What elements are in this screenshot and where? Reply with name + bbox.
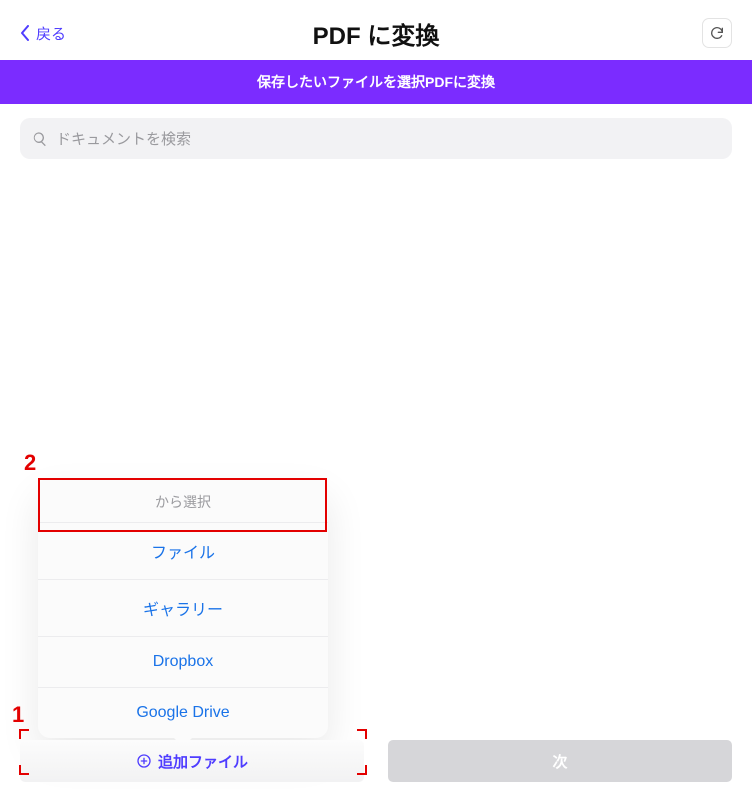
annotation-corner [357, 765, 367, 775]
chevron-left-icon [20, 25, 30, 41]
bottom-bar: 追加ファイル 次 [0, 730, 752, 800]
annotation-corner [19, 729, 29, 739]
header-bar: 戻る PDF に変換 [0, 0, 752, 60]
annotation-number-2: 2 [24, 450, 36, 476]
back-label: 戻る [36, 23, 66, 44]
next-button[interactable]: 次 [388, 740, 732, 782]
annotation-corner [19, 765, 29, 775]
add-file-label: 追加ファイル [158, 751, 248, 772]
popup-item-gallery[interactable]: ギャラリー [38, 579, 328, 636]
refresh-icon [709, 25, 725, 41]
popup-heading: から選択 [38, 478, 328, 522]
refresh-button[interactable] [702, 18, 732, 48]
annotation-corner [357, 729, 367, 739]
search-placeholder: ドキュメントを検索 [56, 128, 191, 149]
page-title: PDF に変換 [313, 16, 440, 51]
next-label: 次 [552, 751, 567, 772]
popup-item-files[interactable]: ファイル [38, 522, 328, 579]
plus-circle-icon [136, 753, 152, 769]
instruction-banner: 保存したいファイルを選択PDFに変換 [0, 60, 752, 104]
annotation-number-1: 1 [12, 702, 24, 728]
search-input[interactable]: ドキュメントを検索 [20, 118, 732, 159]
source-popup: から選択 ファイル ギャラリー Dropbox Google Drive [38, 478, 328, 738]
popup-item-dropbox[interactable]: Dropbox [38, 636, 328, 687]
search-icon [32, 131, 48, 147]
back-button[interactable]: 戻る [20, 23, 66, 44]
add-file-button[interactable]: 追加ファイル [20, 740, 364, 782]
search-container: ドキュメントを検索 [0, 104, 752, 159]
